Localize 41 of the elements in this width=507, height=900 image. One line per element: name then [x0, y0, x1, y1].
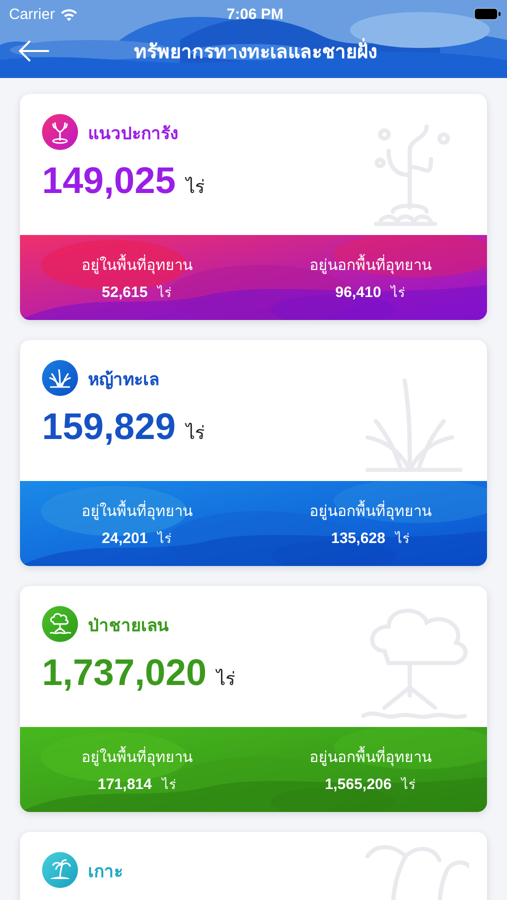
stat-value: 135,628	[331, 530, 386, 546]
category-name: ป่าชายเลน	[88, 614, 169, 638]
total-area: 159,829	[42, 406, 176, 448]
stat-value: 171,814	[98, 776, 152, 792]
unit-label: ไร่	[162, 776, 176, 794]
back-button[interactable]	[18, 38, 52, 64]
stat-label: อยู่ในพื้นที่อุทยาน	[81, 253, 192, 276]
resource-card[interactable]: ป่าชายเลน 1,737,020 ไร่ อยู่ในพื้นที่อุทยาน 171,814 ไร่ อยู่นอกพื้นที่อุทยาน 1,565,206 ไร่	[20, 586, 487, 812]
stat-value: 52,615	[102, 284, 148, 300]
clock-time: 7:06 PM	[226, 6, 284, 22]
category-name: แนวปะการัง	[88, 122, 178, 146]
stat-value: 24,201	[102, 530, 148, 546]
palm-tree-icon	[42, 852, 78, 888]
unit-label: ไร่	[395, 530, 410, 548]
stat-label: อยู่นอกพื้นที่อุทยาน	[309, 499, 432, 522]
wifi-icon	[60, 8, 78, 20]
carrier-name: Carrier	[9, 6, 55, 22]
stat-label: อยู่นอกพื้นที่อุทยาน	[309, 745, 432, 768]
tree-icon	[42, 606, 78, 642]
unit-label: ไร่	[402, 776, 416, 794]
stat-label: อยู่ในพื้นที่อุทยาน	[81, 745, 192, 768]
category-name: เกาะ	[88, 860, 123, 884]
coral-icon	[42, 114, 78, 150]
resource-card[interactable]: หญ้าทะเล 159,829 ไร่ อยู่ในพื้นที่อุทยาน 24,201 ไร่ อยู่นอกพื้นที่อุทยาน 135,628 ไร่	[20, 340, 487, 566]
unit-label: ไร่	[186, 176, 205, 200]
unit-label: ไร่	[216, 668, 236, 692]
category-name: หญ้าทะเล	[88, 368, 159, 392]
unit-label: ไร่	[158, 530, 172, 548]
stat-label: อยู่นอกพื้นที่อุทยาน	[309, 253, 432, 276]
total-area: 1,737,020	[42, 652, 207, 694]
unit-label: ไร่	[186, 422, 205, 446]
unit-label: ไร่	[391, 284, 406, 302]
grass-icon	[42, 360, 78, 396]
stat-value: 1,565,206	[324, 776, 392, 792]
page-title: ทรัพยากรทางทะเลและชายฝั่ง	[52, 36, 459, 66]
stat-value: 96,410	[335, 284, 382, 300]
total-area: 149,025	[42, 160, 176, 202]
unit-label: ไร่	[158, 284, 172, 302]
resource-card[interactable]: แนวปะการัง 149,025 ไร่ อยู่ในพื้นที่อุทยาน 52,615 ไร่ อยู่นอกพื้นที่อุทยาน 96,410 ไร่	[20, 94, 487, 320]
stat-label: อยู่ในพื้นที่อุทยาน	[81, 499, 192, 522]
battery-icon	[474, 8, 502, 20]
